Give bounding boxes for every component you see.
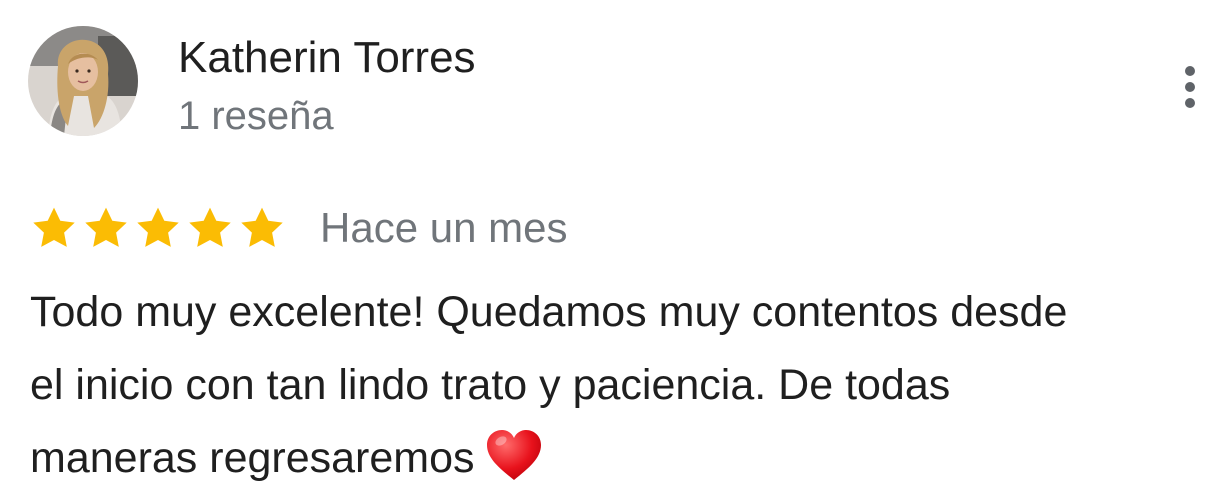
review-text-fragment: maneras regresaremos (30, 434, 475, 482)
more-vert-icon (1185, 66, 1195, 76)
reviewer-name[interactable]: Katherin Torres (178, 30, 476, 86)
review-time: Hace un mes (320, 204, 568, 251)
more-vert-icon-dot (1185, 82, 1195, 92)
review-text: Todo muy excelente! Quedamos muy content… (30, 276, 1210, 495)
review-text-line: maneras regresaremos (30, 422, 1210, 495)
review-text-line: el inicio con tan lindo trato y pacienci… (30, 361, 951, 409)
star-icon (85, 207, 127, 247)
avatar[interactable] (28, 26, 138, 136)
star-icon (241, 207, 283, 247)
profile-photo (28, 26, 138, 136)
star-icon (33, 207, 75, 247)
red-heart-icon (485, 428, 543, 482)
more-options-button[interactable] (1170, 62, 1210, 112)
star-icon (189, 207, 231, 247)
star-icon (137, 207, 179, 247)
star-rating (30, 204, 286, 252)
review-count[interactable]: 1 reseña (178, 90, 334, 142)
review-text-line: Todo muy excelente! Quedamos muy content… (30, 288, 1068, 336)
more-vert-icon-dot (1185, 98, 1195, 108)
